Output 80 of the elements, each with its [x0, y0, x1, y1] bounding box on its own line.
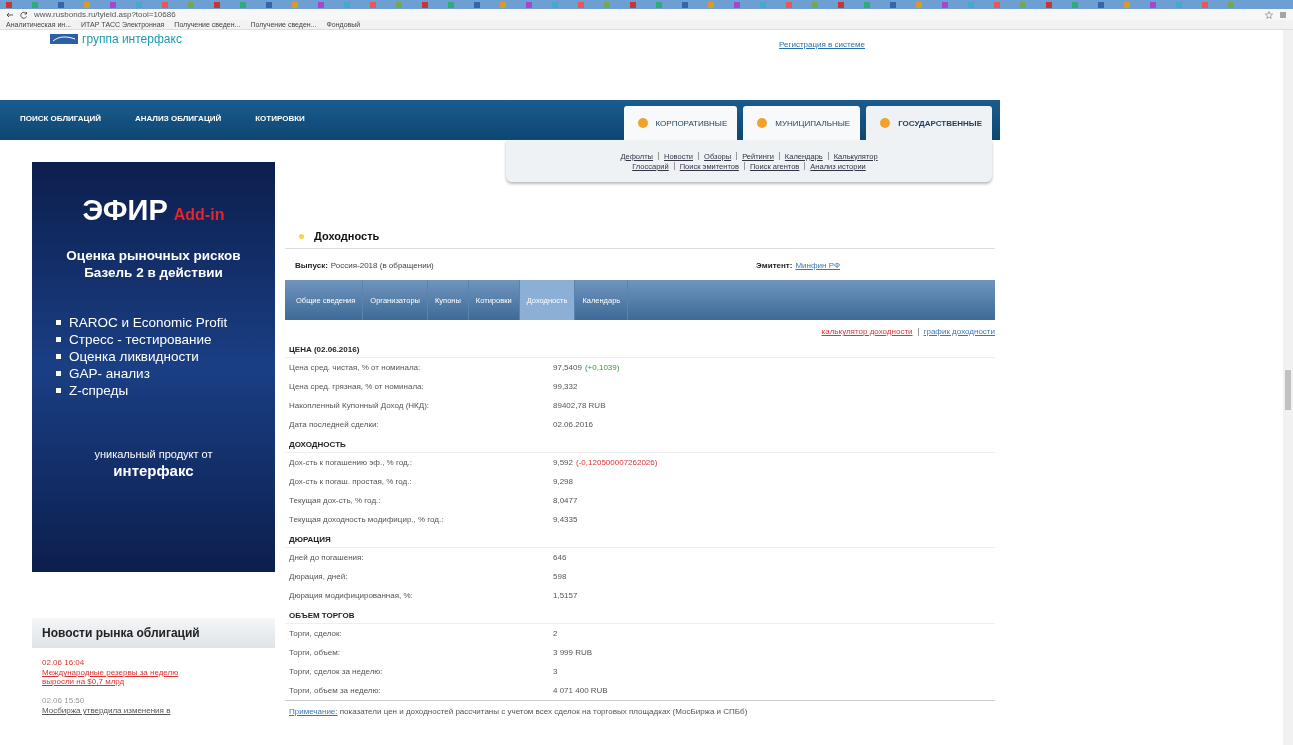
coin-icon — [880, 118, 891, 128]
news-heading: Новости рынка облигаций — [32, 618, 275, 648]
row-value: 9,298 — [553, 477, 574, 486]
star-icon[interactable] — [1265, 10, 1273, 19]
row-value: 89402,78 RUB — [553, 401, 606, 410]
news-link[interactable]: Международные резервы за неделю выросли на $0,7 млрд — [42, 668, 212, 686]
news-time: 02.06 16:04 — [42, 658, 86, 667]
row-value: 8,0477 — [553, 496, 578, 505]
row-label: Дюрация, дней: — [289, 572, 349, 581]
row-label: Накопленный Купонный Доход (НКД): — [289, 401, 431, 410]
issue-value: Россия-2018 (в обращении) — [330, 261, 434, 270]
issuer-label: Эмитент: — [756, 261, 793, 270]
row-value: 9,592 — [553, 458, 574, 467]
row-label: Торги, сделок за неделю: — [289, 667, 384, 676]
row-label: Дата последней сделки: — [289, 420, 380, 429]
banner-bullet: Оценка ликвидности — [69, 349, 199, 364]
section-heading: ДОХОДНОСТЬ — [285, 434, 995, 453]
nav-link[interactable]: ПОИСК ОБЛИГАЦИЙ — [0, 100, 115, 123]
change-value: (-0,120500007262026) — [576, 458, 658, 467]
section-heading: ОБЪЕМ ТОРГОВ — [285, 605, 995, 624]
row-value: 3 — [553, 667, 558, 676]
row-value: 9,4335 — [553, 515, 578, 524]
row-label: Дох-сть к погаш. простая, % год.: — [289, 477, 413, 486]
bullet-icon — [56, 371, 61, 376]
category-tab[interactable]: КОРПОРАТИВНЫЕ — [623, 106, 738, 140]
bullet-icon — [56, 354, 61, 359]
issuer-link[interactable]: Минфин РФ — [795, 261, 840, 270]
category-tab[interactable]: МУНИЦИПАЛЬНЫЕ — [743, 106, 861, 140]
row-label: Торги, сделок: — [289, 629, 343, 638]
row-value: 1,5157 — [553, 591, 578, 600]
row-value: 02.06.2016 — [553, 420, 594, 429]
page-title: Доходность — [314, 230, 380, 242]
row-label: Дней до погашения: — [289, 553, 365, 562]
row-label: Текущая дох-сть, % год.: — [289, 496, 382, 505]
bullet-icon — [299, 233, 304, 239]
category-tab[interactable]: ГОСУДАРСТВЕННЫЕ — [866, 106, 992, 140]
row-value: 99,332 — [553, 382, 578, 391]
banner-bullet: Стресс - тестирование — [69, 332, 212, 347]
row-label: Текущая доходность модифицир., % год.: — [289, 515, 445, 524]
brand-logo: интерфакс — [112, 462, 195, 479]
bullet-icon — [56, 320, 61, 325]
chart-link[interactable]: калькулятор доходности — [821, 327, 913, 336]
banner-footer: уникальный продукт от — [44, 448, 263, 460]
coin-icon — [637, 118, 648, 128]
register-link[interactable]: Регистрация в системе — [779, 40, 865, 49]
change-value: (+0,1039) — [584, 363, 620, 372]
bullet-icon — [56, 337, 61, 342]
row-value: 598 — [553, 572, 567, 581]
row-label: Цена сред. грязная, % от номинала: — [289, 382, 425, 391]
bullet-icon — [56, 388, 61, 393]
nav-link[interactable]: КОТИРОВКИ — [235, 100, 319, 123]
footnote: Примечание: показатели цен и доходностей рассчитаны с учетом всех сделок на торговых площадках (МосБиржа и СПБб) — [285, 700, 995, 722]
row-value: 646 — [553, 553, 567, 562]
banner-title: ЭФИР — [82, 194, 168, 226]
coin-icon — [757, 118, 768, 128]
back-icon[interactable] — [6, 10, 14, 19]
news-time: 02.06 15:50 — [42, 696, 86, 705]
row-value: 4 071 400 RUB — [553, 686, 608, 695]
issue-label: Выпуск: — [295, 261, 328, 270]
row-label: Торги, объем за неделю: — [289, 686, 382, 695]
nav-link[interactable]: АНАЛИЗ ОБЛИГАЦИЙ — [114, 100, 236, 123]
banner-bullet: GAP- анализ — [69, 366, 150, 381]
row-label: Дюрация модифицированная, %: — [289, 591, 414, 600]
banner-bullet: RAROC и Economic Profit — [69, 315, 228, 330]
banner-bullet: Z-спреды — [69, 383, 129, 398]
row-value: 97,5409 — [553, 363, 582, 372]
section-heading: ЦЕНА (02.06.2016) — [285, 339, 995, 358]
row-label: Торги, объем: — [289, 648, 341, 657]
news-link[interactable]: Мосбиржа утвердила изменения в — [42, 706, 212, 715]
row-value: 3 999 RUB — [553, 648, 593, 657]
row-value: 2 — [553, 629, 558, 638]
reload-icon[interactable] — [20, 10, 28, 19]
row-label: Дох-сть к погашению эф., % год.: — [289, 458, 414, 467]
section-heading: ДЮРАЦИЯ — [285, 529, 995, 548]
logo-icon — [50, 34, 78, 44]
banner-subtitle: Оценка рыночных рисков Базель 2 в действии — [65, 247, 242, 281]
banner-accent: Add-in — [173, 206, 225, 223]
chart-link[interactable]: график доходности — [923, 327, 995, 336]
logo-text: группа интерфакс — [82, 32, 182, 46]
row-label: Цена сред. чистая, % от номинала: — [289, 363, 422, 372]
